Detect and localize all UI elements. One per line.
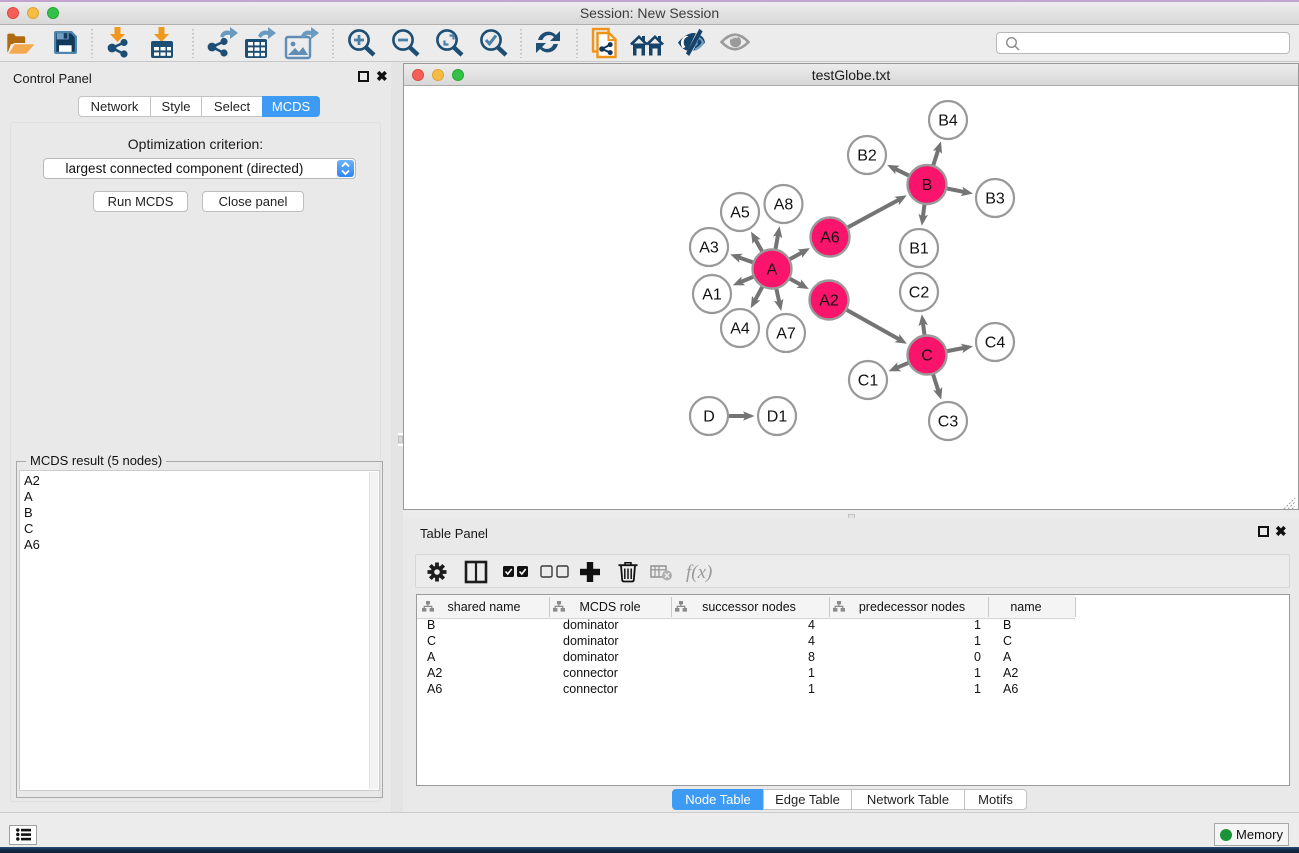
svg-text:shared name: shared name <box>448 600 521 614</box>
svg-text:A2: A2 <box>427 666 442 680</box>
svg-text:B4: B4 <box>938 113 958 130</box>
svg-text:f(x): f(x) <box>686 562 712 583</box>
svg-text:A6: A6 <box>1003 682 1018 696</box>
svg-text:A7: A7 <box>776 326 796 343</box>
svg-text:B: B <box>427 619 435 632</box>
svg-text:name: name <box>1010 600 1041 614</box>
svg-text:D1: D1 <box>767 409 788 426</box>
svg-text:A6: A6 <box>820 230 840 247</box>
svg-text:dominator: dominator <box>563 634 619 648</box>
svg-text:A3: A3 <box>699 240 719 257</box>
svg-text:4: 4 <box>808 634 815 648</box>
svg-text:predecessor nodes: predecessor nodes <box>859 600 965 614</box>
svg-text:A5: A5 <box>730 205 750 222</box>
svg-text:B2: B2 <box>857 148 877 165</box>
svg-text:B: B <box>1003 619 1011 632</box>
svg-text:connector: connector <box>563 682 618 696</box>
svg-text:8: 8 <box>808 650 815 664</box>
svg-text:A: A <box>427 650 436 664</box>
svg-text:A2: A2 <box>819 293 839 310</box>
svg-text:0: 0 <box>974 650 981 664</box>
svg-text:C: C <box>427 634 436 648</box>
svg-text:1: 1 <box>808 666 815 680</box>
svg-text:C: C <box>921 348 933 365</box>
svg-text:B3: B3 <box>985 191 1005 208</box>
svg-text:A2: A2 <box>1003 666 1018 680</box>
svg-text:B1: B1 <box>909 241 929 258</box>
svg-text:1: 1 <box>974 634 981 648</box>
svg-text:C3: C3 <box>938 414 959 431</box>
svg-text:C: C <box>1003 634 1012 648</box>
svg-text:A6: A6 <box>427 682 442 696</box>
svg-text:MCDS role: MCDS role <box>579 600 640 614</box>
svg-text:A: A <box>767 262 778 279</box>
svg-text:connector: connector <box>563 666 618 680</box>
svg-text:C4: C4 <box>985 335 1006 352</box>
svg-text:A8: A8 <box>774 197 794 214</box>
svg-text:1: 1 <box>974 619 981 632</box>
svg-text:4: 4 <box>808 619 815 632</box>
svg-text:A4: A4 <box>730 321 750 338</box>
svg-text:dominator: dominator <box>563 619 619 632</box>
svg-text:A1: A1 <box>702 287 722 304</box>
svg-text:D: D <box>703 409 715 426</box>
svg-text:1: 1 <box>974 682 981 696</box>
svg-text:1: 1 <box>974 666 981 680</box>
svg-text:C1: C1 <box>858 373 879 390</box>
svg-text:B: B <box>922 177 933 194</box>
svg-text:dominator: dominator <box>563 650 619 664</box>
svg-text:A: A <box>1003 650 1012 664</box>
svg-text:C2: C2 <box>909 285 930 302</box>
svg-text:1: 1 <box>808 682 815 696</box>
svg-text:successor nodes: successor nodes <box>702 600 796 614</box>
